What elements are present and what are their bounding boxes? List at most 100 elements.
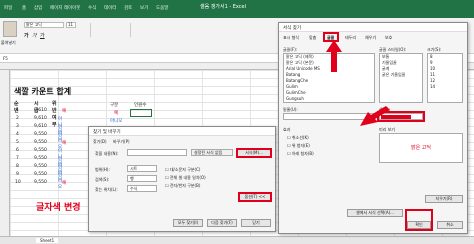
highlight-box — [405, 209, 433, 231]
size-option[interactable]: 14 — [430, 84, 462, 90]
tab-fill[interactable]: 채우기 — [365, 35, 376, 41]
style-list[interactable]: 보통 기울임꼴 굵게 굵은 기울임꼴 — [379, 53, 423, 103]
cancel-button[interactable]: 취소 — [437, 221, 463, 229]
option-label: 대/소문자 구분(C) — [169, 167, 201, 172]
alignment-group — [90, 23, 120, 37]
find-replace-dialog: 찾기 및 바꾸기 찾기(D) 바꾸기(P) 찾을 내용(N): 설정된 서식 없… — [88, 126, 276, 232]
effect-checkbox[interactable]: ☐ 취소선(K) — [287, 135, 309, 141]
lookin-label: 찾는 위치(L): — [95, 187, 118, 192]
selected-cell[interactable] — [130, 109, 152, 117]
excel-window: { "window":{"title":"셀음 갱가서1 - Excel"}, … — [0, 0, 474, 244]
highlight-box — [236, 148, 272, 158]
row-pay: 9,550 — [34, 172, 47, 177]
option-checkbox[interactable]: ☐ 전자/반자 구분(B) — [165, 183, 200, 189]
row-pay: 9,550 — [34, 132, 47, 137]
find-input[interactable] — [127, 149, 187, 156]
find-label: 찾을 내용(N): — [95, 151, 119, 156]
sheet-title: 색깔 카운트 합계 — [14, 87, 72, 96]
cell-reference[interactable]: F5 — [3, 56, 8, 61]
search-select[interactable]: 행 — [127, 175, 157, 182]
effect-label: 아래 첨자(B) — [291, 151, 314, 156]
format-preview: 설정된 서식 없음 — [191, 149, 233, 156]
lookin-select[interactable]: 수식 — [127, 185, 157, 192]
within-select[interactable]: 시트 — [127, 165, 157, 172]
italic-icon[interactable]: 가 — [32, 32, 37, 39]
row-no: 1 — [16, 108, 19, 113]
ribbon-tab[interactable]: 파일 — [4, 5, 12, 11]
tab-replace[interactable]: 바꾸기(P) — [113, 139, 130, 145]
window-title: 셀음 갱가서1 - Excel — [200, 4, 246, 10]
tab-find[interactable]: 찾기(D) — [93, 139, 107, 145]
ribbon-tab[interactable]: 보기 — [140, 5, 148, 11]
annotation-text: 글자색 변경 — [36, 203, 81, 213]
ribbon-tab[interactable]: 수식 — [88, 5, 96, 11]
sheet-tab-bar: Sheet1 — [0, 236, 474, 244]
option-label: 전자/반자 구분(B) — [169, 183, 201, 188]
row-no: 9 — [16, 172, 19, 177]
clear-button[interactable]: 지우기(R) — [425, 195, 463, 203]
row-no: 4 — [16, 132, 19, 137]
tab-border[interactable]: 테두리 — [345, 35, 356, 41]
sheet-tab[interactable]: Sheet1 — [36, 238, 59, 243]
row-pay: 9,610 — [34, 124, 47, 129]
row-no: 3 — [16, 124, 19, 129]
row-flag: 예 — [62, 109, 67, 114]
side-row-label: 아니오 — [110, 119, 123, 124]
search-label: 검색(S): — [95, 177, 110, 182]
font-name-box[interactable]: 맑은 고딕 — [24, 22, 64, 28]
ribbon-tab[interactable]: 데이터 — [104, 5, 116, 11]
option-checkbox[interactable]: ☐ 전체 셀 내용 일치(O) — [165, 175, 206, 181]
row-header-column — [0, 70, 10, 236]
tab-protection[interactable]: 보호 — [385, 35, 392, 41]
column-header: 위반여부 — [52, 101, 57, 128]
row-pay: 9,550 — [34, 148, 47, 153]
highlight-box — [238, 192, 272, 202]
ribbon-tab[interactable]: 삽입 — [34, 5, 42, 11]
find-all-button[interactable]: 모두 찾기(I) — [173, 219, 203, 227]
row-no: 6 — [16, 148, 19, 153]
option-checkbox[interactable]: ☐ 대/소문자 구분(C) — [165, 167, 200, 173]
effect-label: 위 첨자(E) — [291, 143, 310, 148]
row-pay: 9,610 — [34, 116, 47, 121]
tab-number[interactable]: 표시 형식 — [283, 35, 299, 41]
effect-checkbox[interactable]: ☐ 아래 첨자(B) — [287, 151, 314, 157]
row-no: 2 — [16, 116, 19, 121]
row-no: 5 — [16, 140, 19, 145]
row-flag: 예 — [62, 141, 67, 146]
underline-icon[interactable]: 가 — [40, 32, 45, 39]
find-next-button[interactable]: 다음 찾기(F) — [207, 219, 237, 227]
tab-alignment[interactable]: 맞춤 — [309, 35, 316, 41]
bold-icon[interactable]: 가 — [24, 32, 29, 39]
style-option[interactable]: 굵은 기울임꼴 — [382, 72, 422, 78]
effect-checkbox[interactable]: ☐ 위 첨자(E) — [287, 143, 310, 149]
up-arrow-icon — [326, 40, 342, 72]
option-label: 전체 셀 내용 일치(O) — [169, 175, 206, 180]
row-pay: 9,550 — [34, 156, 47, 161]
paste-label: 붙여넣기 — [1, 40, 16, 45]
row-no: 7 — [16, 156, 19, 161]
size-list[interactable]: 8 9 10 11 12 14 — [427, 53, 463, 103]
effects-label: 효과 — [283, 127, 291, 132]
ribbon-tab[interactable]: 홈 — [22, 5, 26, 11]
ribbon-tab[interactable]: 페이지 레이아웃 — [50, 5, 80, 11]
row-pay: 9,550 — [34, 164, 47, 169]
close-button[interactable]: 닫기 — [241, 219, 271, 227]
row-no: 8 — [16, 164, 19, 169]
row-pay: 9,550 — [34, 180, 47, 185]
row-flag: 예 — [62, 181, 67, 186]
font-option[interactable]: Gungsuh — [286, 96, 374, 102]
side-header: 구분 — [110, 103, 119, 108]
dialog-title: 찾기 및 바꾸기 — [89, 127, 275, 136]
ribbon-tab[interactable]: 도움말 — [156, 5, 168, 11]
row-pay: 9,610 — [34, 108, 47, 113]
ribbon-tab[interactable]: 검토 — [124, 5, 132, 11]
side-row-label: 예 — [114, 111, 119, 116]
preview-box: 맑은 고딕 — [379, 133, 463, 163]
font-size-box[interactable]: 11 — [66, 22, 76, 28]
choose-from-cell-button[interactable]: 셀에서 서식 선택(A)... — [347, 209, 403, 217]
dialog-title: 서식 찾기 — [279, 23, 467, 32]
row-no: 10 — [15, 180, 21, 185]
paste-icon[interactable] — [3, 21, 17, 37]
arrow-icon — [360, 106, 390, 126]
number-group — [130, 23, 170, 37]
